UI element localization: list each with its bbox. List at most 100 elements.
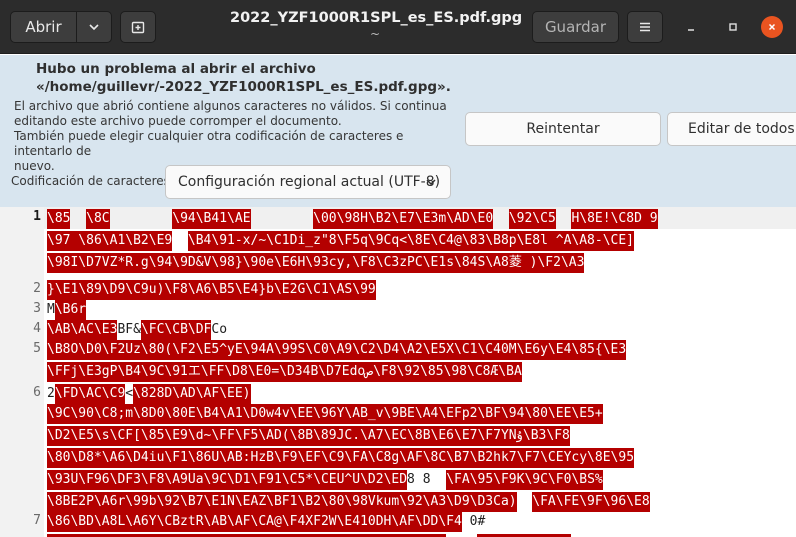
open-button-label: Abrir	[25, 18, 62, 36]
text-line: \8BE2P\A6r\99b\92\B7\E1N\EAZ\BF1\B2\80\9…	[47, 492, 650, 512]
text-line: \B8O\D0\F2Uz\80(\F2\E5^yE\94A\99S\C0\A9\…	[47, 340, 627, 360]
encoding-select[interactable]: Configuración regional actual (UTF-8)	[165, 165, 451, 199]
minimize-icon	[688, 29, 694, 31]
text-line: \FFj\E3gP\B4\9C\91エ\FF\D8\E0=\D34B\D7Edo…	[47, 362, 522, 382]
invalid-bytes: \9C\90\C8;	[47, 404, 126, 424]
infobar-message: El archivo que abrió contiene algunos ca…	[14, 99, 454, 174]
invalid-bytes: *\A6\D4iu\F1\86	[93, 448, 212, 468]
invalid-bytes: VZ*R.g	[101, 253, 149, 273]
save-button-label: Guardar	[544, 18, 607, 36]
invalid-bytes: \F8\A6\B5\E4}b\E2G\C1\AS\99	[164, 280, 376, 300]
encoding-error-infobar: Hubo un problema al abrir el archivo «/h…	[0, 55, 796, 207]
maximize-icon	[729, 23, 737, 31]
invalid-bytes: 菱 )	[508, 253, 538, 273]
line-number: 2	[33, 281, 41, 296]
line-number: 4	[33, 321, 41, 336]
text-line: \D2\E5\s\CF[\85\E9\d~\FF\F5\AD(\8B\89JC.…	[47, 426, 570, 446]
text-line: M\B6r	[47, 300, 87, 320]
text-editor-view[interactable]: 1 2 3 4 5 6 7 \85 \8C \94\B41\AE \00\98H\B2\E7…	[0, 207, 796, 537]
text-chars	[110, 209, 173, 229]
invalid-bytes: \FA\FE\9F\96\E8	[532, 492, 650, 512]
invalid-bytes: \FFj\E3gP\B4\9C\91エ\FF\D8\E0=\D34B\D7Edo…	[47, 362, 522, 382]
infobar-title: Hubo un problema al abrir el archivo «/h…	[36, 61, 451, 95]
edit-anyway-button-label: Editar de todos	[688, 121, 795, 137]
invalid-bytes: \D1\F91\C5*\CEU^U\D2\ED	[227, 470, 408, 490]
text-chars: 8 8	[407, 472, 447, 487]
invalid-bytes: \94\B41\AE	[172, 209, 251, 229]
text-chars	[517, 492, 533, 512]
invalid-bytes: \82	[133, 384, 157, 404]
line-number: 3	[33, 301, 41, 316]
open-recent-dropdown-button[interactable]	[76, 11, 112, 43]
invalid-bytes: \8C	[86, 209, 110, 229]
invalid-bytes: \FD\AC\C9	[54, 384, 126, 404]
window-subtitle: ~	[369, 27, 381, 41]
encoding-label: Codificación de caracteres:	[11, 174, 174, 188]
text-chars	[556, 209, 572, 229]
infobar-message-line: El archivo que abrió contiene algunos ca…	[14, 99, 447, 113]
invalid-bytes: \E3	[602, 340, 627, 360]
invalid-bytes: H\8E!\C8D 9	[571, 209, 658, 229]
text-chars	[251, 209, 314, 229]
invalid-bytes: \97 \86\A1\B2\E9	[47, 231, 173, 251]
retry-button[interactable]: Reintentar	[465, 112, 661, 146]
retry-button-label: Reintentar	[526, 121, 600, 137]
line-number: 1	[33, 209, 41, 224]
invalid-bytes: \F5\AD(\8B\89JC.\A7	[234, 426, 384, 446]
invalid-bytes: U\F96\DF3\F8\A9Ua	[70, 470, 204, 490]
new-tab-icon	[131, 21, 145, 34]
text-line: \93U\F96\DF3\F8\A9Ua\9C\D1\F91\C5*\CEU^U…	[47, 470, 603, 490]
header-bar: Abrir 2022_YZF1000R1SPL_es_ES.pdf.gpg ~ …	[0, 0, 796, 54]
invalid-bytes: \98I\D7	[47, 253, 102, 273]
invalid-bytes: \86\BD	[47, 512, 94, 532]
invalid-bytes: \D2\E5\s\CF[\85\E9\d~\FF	[47, 426, 235, 446]
invalid-bytes: \B6r	[54, 300, 87, 320]
text-line: \86\BD\A8L\A6Y\CBztR\AB\AF\CA@\F4XF2W\E4…	[47, 512, 485, 532]
open-button[interactable]: Abrir	[10, 11, 77, 43]
hamburger-menu-icon	[640, 22, 650, 32]
text-line: \9C\90\C8;m\8D0\80E\B4\A1\D0w4v\EE\96Y\A…	[47, 404, 603, 424]
text-line: \AB\AC\E3BF&\FC\CB\DFCo	[47, 320, 227, 340]
invalid-bytes: \93	[47, 470, 71, 490]
text-chars: Co	[211, 322, 228, 337]
invalid-bytes: \A8L\A6Y\CBztR\AB\AF\CA@\F4XF2W\E410DH\A…	[93, 512, 462, 532]
line-number: 5	[33, 341, 41, 356]
invalid-bytes: \80\D8	[47, 448, 94, 468]
invalid-bytes: \92\C5	[508, 209, 556, 229]
invalid-bytes: \A2\E5X\C1\C40M\E6y\E4\85{	[399, 340, 603, 360]
close-window-button[interactable]	[761, 16, 783, 38]
menu-button[interactable]	[627, 11, 663, 43]
minimize-button[interactable]	[680, 16, 702, 38]
line-number: 7	[33, 513, 41, 528]
text-line: }\E1\89\D9\C9u)\F8\A6\B5\E4}b\E2G\C1\AS\…	[47, 280, 376, 300]
invalid-bytes: \B4\91-x/~\C1Di_z"8\F5q\9Cq<\8E\C4@\83\B…	[187, 231, 635, 251]
text-line: 2\FD\AC\C9<\828D\AD\AF\EE)	[47, 384, 251, 404]
invalid-bytes: \00\98H\B2\E7\E3m\AD\E0	[313, 209, 494, 229]
new-document-button[interactable]	[120, 11, 156, 43]
chevron-down-icon	[89, 24, 99, 31]
text-line: \97 \86\A1\B2\E9 \B4\91-x/~\C1Di_z"8\F5q…	[47, 231, 635, 251]
text-line: \85 \8C \94\B41\AE \00\98H\B2\E7\E3m\AD\…	[47, 209, 658, 229]
text-chars: 0#	[461, 514, 486, 529]
invalid-bytes: 8D\AD\AF\EE)	[156, 384, 251, 404]
text-line: \98I\D7VZ*R.g\94\9D&V\98}\90e\E6H\93cy,\…	[47, 253, 585, 273]
invalid-bytes: \85	[47, 209, 71, 229]
edit-anyway-button[interactable]: Editar de todos	[667, 112, 796, 146]
invalid-bytes: \B8O\D0\F2Uz\80(	[47, 340, 173, 360]
close-icon	[768, 23, 776, 31]
maximize-button[interactable]	[722, 16, 744, 38]
invalid-bytes: \8B	[47, 492, 71, 512]
invalid-bytes: \FA\95\F9K\9C\F0\BS%	[446, 470, 603, 490]
invalid-bytes: }\E1	[47, 280, 79, 300]
invalid-bytes: \F2\E5^yE\94A\99S\C0\A9\C2\D4	[172, 340, 400, 360]
line-number-gutter: 1 2 3 4 5 6 7	[0, 207, 44, 537]
invalid-bytes: \C3zPC\E1s\84S\A8	[375, 253, 509, 273]
invalid-bytes: U\AB:HzB\F9\EF\C9\FA\C8g\AF\8C\B7\B2hk7\…	[211, 448, 572, 468]
invalid-bytes: \89\D9\C9u)	[78, 280, 165, 300]
text-line: \80\D8*\A6\D4iu\F1\86U\AB:HzB\F9\EF\C9\F…	[47, 448, 635, 468]
save-button[interactable]: Guardar	[532, 11, 619, 43]
invalid-bytes: \CB\DF	[164, 320, 212, 340]
infobar-message-line: También puede elegir cualquier otra codi…	[14, 129, 404, 158]
invalid-bytes: \FC	[140, 320, 165, 340]
invalid-bytes: \AB\AC\E3	[47, 320, 118, 340]
